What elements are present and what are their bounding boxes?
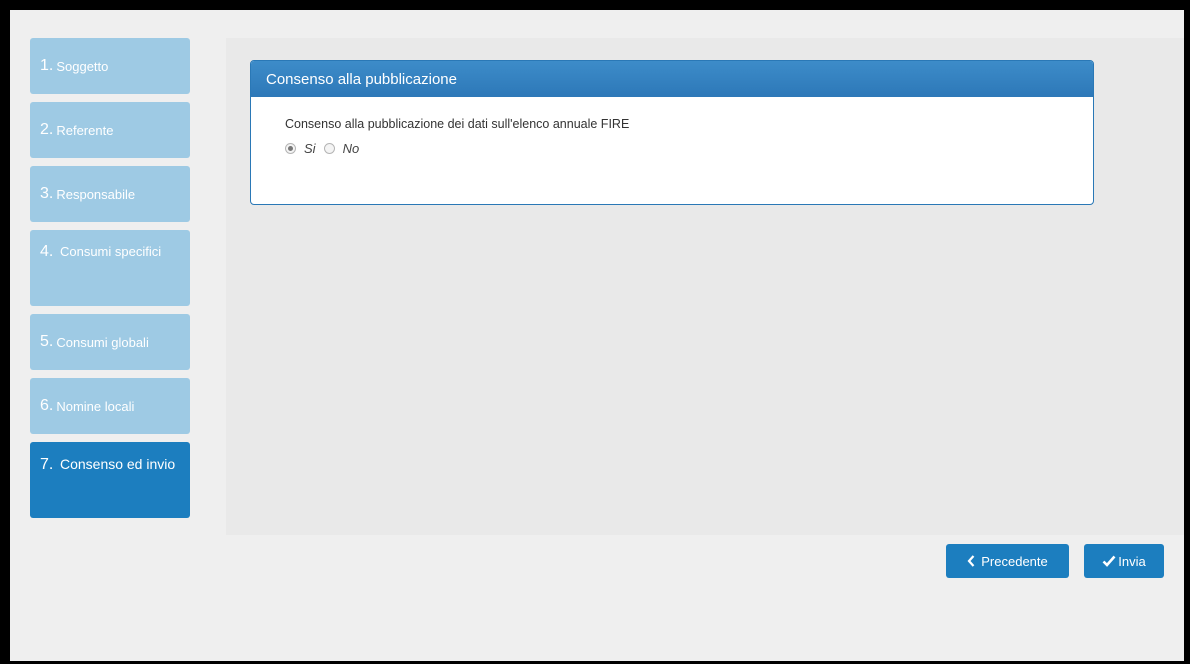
wizard-steps: 1. Soggetto 2. Referente 3. Responsabile… — [30, 38, 190, 526]
radio-no[interactable] — [323, 143, 335, 154]
step-label: Referente — [56, 122, 114, 138]
step-consumi-specifici[interactable]: 4. Consumi specifici — [30, 230, 190, 306]
step-number: 1. — [40, 57, 54, 74]
submit-button-label: Invia — [1118, 553, 1146, 569]
consent-radio-group: Si No — [285, 141, 1093, 156]
step-number: 3. — [40, 185, 54, 202]
submit-button[interactable]: Invia — [1084, 544, 1164, 578]
panel-title: Consenso alla pubblicazione — [251, 61, 1093, 97]
step-label: Consumi globali — [56, 334, 149, 350]
step-label: Consumi specifici — [59, 244, 162, 259]
prev-button-label: Precedente — [981, 553, 1048, 569]
prev-button[interactable]: Precedente — [946, 544, 1069, 578]
step-consenso-invio[interactable]: 7. Consenso ed invio — [30, 442, 190, 518]
step-responsabile[interactable]: 3. Responsabile — [30, 166, 190, 222]
step-label: Responsabile — [56, 186, 136, 202]
check-icon — [1102, 555, 1116, 567]
step-number: 7. — [40, 456, 54, 473]
step-number: 5. — [40, 333, 54, 350]
step-number: 6. — [40, 397, 54, 414]
step-label: Nomine locali — [56, 398, 135, 414]
step-consumi-globali[interactable]: 5. Consumi globali — [30, 314, 190, 370]
radio-si-label[interactable]: Si — [304, 141, 316, 156]
radio-si[interactable] — [285, 143, 296, 154]
panel-body: Consenso alla pubblicazione dei dati sul… — [251, 97, 1093, 156]
step-label: Consenso ed invio — [59, 456, 176, 472]
step-soggetto[interactable]: 1. Soggetto — [30, 38, 190, 94]
consent-panel: Consenso alla pubblicazione Consenso all… — [250, 60, 1094, 205]
radio-no-label[interactable]: No — [343, 141, 360, 156]
step-referente[interactable]: 2. Referente — [30, 102, 190, 158]
window-frame: 1. Soggetto 2. Referente 3. Responsabile… — [10, 10, 1184, 661]
consent-question: Consenso alla pubblicazione dei dati sul… — [285, 117, 630, 131]
step-label: Soggetto — [56, 58, 109, 74]
step-number: 4. — [40, 243, 54, 260]
step-nomine-locali[interactable]: 6. Nomine locali — [30, 378, 190, 434]
chevron-left-icon — [967, 555, 975, 567]
content-area: Consenso alla pubblicazione Consenso all… — [226, 38, 1184, 535]
step-number: 2. — [40, 121, 54, 138]
